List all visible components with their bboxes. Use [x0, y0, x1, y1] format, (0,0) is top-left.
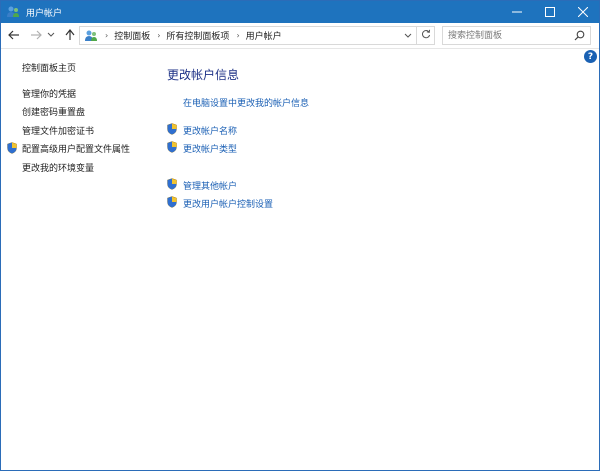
uac-shield-icon — [7, 142, 17, 154]
page-title: 更改帐户信息 — [167, 68, 240, 82]
maximize-icon — [544, 7, 555, 17]
task-manage-credentials[interactable]: 管理你的凭据 — [22, 87, 76, 100]
change-account-type-link[interactable]: 更改帐户类型 — [183, 142, 237, 155]
chevron-right-icon[interactable]: › — [157, 31, 160, 40]
task-advanced-profile-properties[interactable]: 配置高级用户配置文件属性 — [22, 142, 130, 155]
help-button[interactable]: ? — [584, 50, 597, 63]
navigation-bar: › 控制面板 › 所有控制面板项 › 用户帐户 — [1, 23, 599, 49]
user-accounts-icon — [6, 5, 20, 19]
up-button[interactable] — [62, 28, 78, 44]
back-button[interactable] — [6, 28, 22, 44]
uac-shield-icon — [167, 196, 177, 208]
breadcrumb-all-items[interactable]: 所有控制面板项 — [166, 29, 229, 42]
arrow-up-icon — [65, 28, 75, 44]
address-bar[interactable]: › 控制面板 › 所有控制面板项 › 用户帐户 — [79, 26, 417, 45]
uac-shield-icon — [167, 141, 177, 153]
breadcrumb-user-accounts[interactable]: 用户帐户 — [246, 29, 282, 42]
user-accounts-icon — [84, 29, 98, 43]
search-box[interactable] — [442, 26, 591, 45]
arrow-right-icon — [30, 30, 42, 43]
minimize-icon — [511, 7, 522, 17]
refresh-icon — [421, 29, 431, 42]
refresh-button[interactable] — [417, 26, 435, 45]
search-input[interactable] — [448, 27, 573, 44]
close-button[interactable] — [566, 1, 599, 23]
arrow-left-icon — [8, 30, 20, 43]
control-panel-home-link[interactable]: 控制面板主页 — [22, 61, 76, 74]
title-bar[interactable]: 用户帐户 — [1, 1, 599, 23]
search-icon[interactable] — [574, 30, 585, 44]
task-manage-encryption-certs[interactable]: 管理文件加密证书 — [22, 124, 94, 137]
chevron-right-icon[interactable]: › — [105, 31, 108, 40]
chevron-down-icon — [47, 31, 55, 41]
pc-settings-account-link[interactable]: 在电脑设置中更改我的帐户信息 — [183, 96, 309, 109]
window-title: 用户帐户 — [26, 8, 63, 19]
forward-button[interactable] — [28, 28, 44, 44]
chevron-right-icon[interactable]: › — [236, 31, 239, 40]
maximize-button[interactable] — [533, 1, 566, 23]
window: 用户帐户 › 控制面板 › 所有控制面板项 › 用户帐户 搜索控制面板 ? 控制… — [0, 0, 600, 471]
uac-shield-icon — [167, 123, 177, 135]
task-create-reset-disk[interactable]: 创建密码重置盘 — [22, 105, 85, 118]
close-icon — [577, 7, 588, 17]
address-history-button[interactable] — [402, 30, 414, 42]
minimize-button[interactable] — [500, 1, 533, 23]
breadcrumb-control-panel[interactable]: 控制面板 — [114, 29, 150, 42]
recent-locations-button[interactable] — [46, 28, 56, 44]
change-account-name-link[interactable]: 更改帐户名称 — [183, 124, 237, 137]
manage-other-accounts-link[interactable]: 管理其他帐户 — [183, 179, 237, 192]
uac-settings-link[interactable]: 更改用户帐户控制设置 — [183, 197, 273, 210]
task-change-environment-variables[interactable]: 更改我的环境变量 — [22, 161, 94, 174]
uac-shield-icon — [167, 178, 177, 190]
